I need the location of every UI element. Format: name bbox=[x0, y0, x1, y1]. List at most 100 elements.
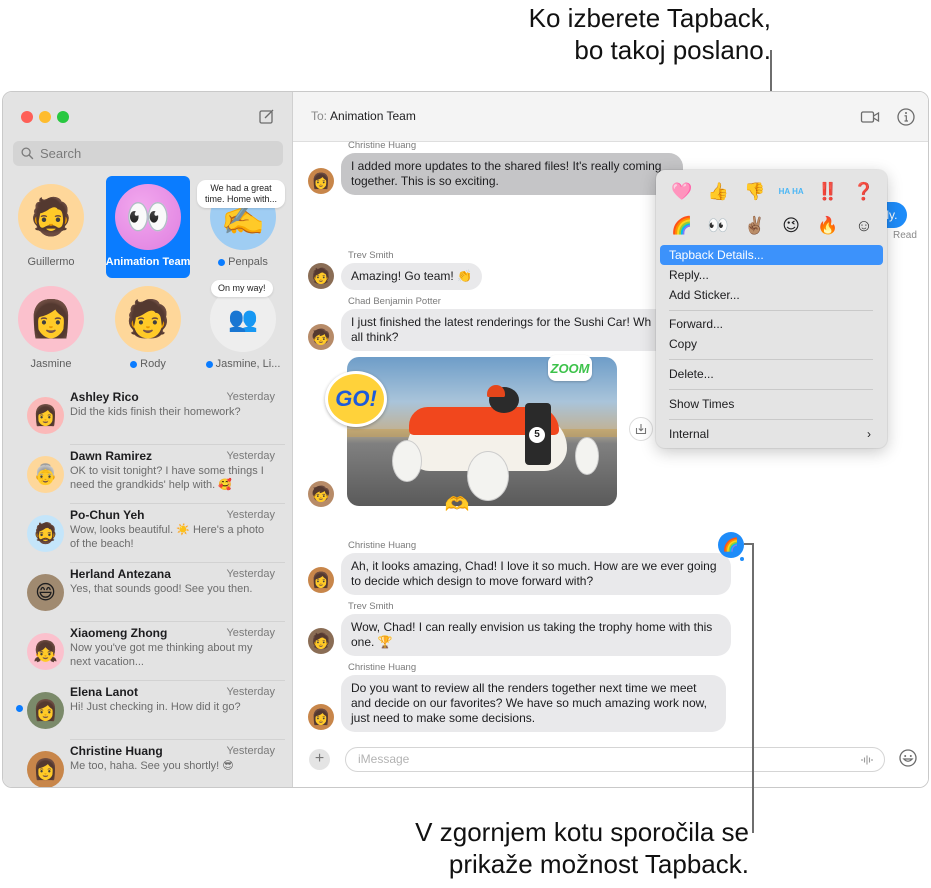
menu-item-tapback-details[interactable]: Tapback Details... bbox=[660, 245, 883, 265]
message-bubble[interactable]: Wow, Chad! I can really envision us taki… bbox=[341, 614, 731, 656]
tapback-thumbs-down-icon[interactable]: 👎 bbox=[741, 180, 769, 204]
avatar-image: 😄 bbox=[35, 582, 56, 604]
compose-icon[interactable] bbox=[258, 107, 276, 125]
menu-item-internal[interactable]: Internal › bbox=[660, 424, 883, 444]
sender-name: Trev Smith bbox=[348, 601, 394, 612]
apps-plus-button[interactable]: + bbox=[309, 749, 330, 770]
tapback-exclamation-icon[interactable]: ‼️ bbox=[814, 180, 842, 204]
sticker-heart-hands[interactable]: 🫶 bbox=[437, 492, 477, 518]
tapback-wink-icon[interactable]: 😉 bbox=[777, 214, 805, 238]
sender-name: Trev Smith bbox=[348, 250, 394, 261]
pinned-name: Rody bbox=[140, 358, 166, 370]
avatar-chad: 🧒 bbox=[308, 481, 334, 507]
sender-name: Christine Huang bbox=[348, 540, 417, 551]
tapback-more-emoji-icon[interactable]: ☺ bbox=[850, 214, 878, 238]
contact-name: Elena Lanot bbox=[70, 685, 139, 699]
menu-item-copy[interactable]: Copy bbox=[660, 334, 883, 354]
avatar-christine: 👩 bbox=[308, 168, 334, 194]
contact-name: Ashley Rico bbox=[70, 390, 139, 404]
tapback-haha-icon[interactable]: HA HA bbox=[777, 180, 805, 204]
message-bubble[interactable]: Amazing! Go team! 👏 bbox=[341, 263, 482, 290]
conversation-row[interactable]: 👵 Dawn Ramirez Yesterday OK to visit tonigh… bbox=[3, 445, 293, 504]
tapback-thumbs-up-icon[interactable]: 👍 bbox=[704, 180, 732, 204]
menu-separator bbox=[669, 419, 873, 420]
message-preview: Did the kids finish their homework? bbox=[70, 406, 241, 418]
search-icon bbox=[21, 147, 34, 160]
close-button[interactable] bbox=[21, 111, 33, 123]
search-field[interactable]: Search bbox=[13, 141, 283, 166]
menu-item-show-times[interactable]: Show Times bbox=[660, 394, 883, 414]
tapback-rainbow-icon[interactable]: 🌈 bbox=[668, 214, 696, 238]
avatar: 😄 bbox=[27, 574, 64, 611]
conversation-row[interactable]: 👧 Xiaomeng Zhong Yesterday Now you've got m… bbox=[3, 622, 293, 681]
message-preview: Me too, haha. See you shortly! 😎 bbox=[70, 760, 234, 772]
avatar-image: 👵 bbox=[33, 464, 58, 486]
callout-bottom-line2: prikaže možnost Tapback. bbox=[448, 849, 749, 879]
save-photo-button[interactable] bbox=[629, 417, 653, 441]
timestamp: Yesterday bbox=[226, 568, 275, 580]
tapback-fire-icon[interactable]: 🔥 bbox=[814, 214, 842, 238]
tapback-eyes-icon[interactable]: 👀 bbox=[704, 214, 732, 238]
to-field[interactable]: To: Animation Team bbox=[311, 109, 416, 123]
conversation-row[interactable]: 👩 Christine Huang Yesterday Me too, haha. S… bbox=[3, 740, 293, 787]
pinned-name: Jasmine, Li... bbox=[215, 358, 281, 370]
avatar-image: 👧 bbox=[33, 641, 58, 663]
timestamp: Yesterday bbox=[226, 391, 275, 403]
sticker-go[interactable]: GO! bbox=[325, 371, 387, 427]
pinned-jasmine[interactable]: 👩 Jasmine bbox=[9, 278, 93, 370]
avatar: 👩 bbox=[27, 692, 64, 729]
callout-bottom-line1: V zgornjem kotu sporočila se bbox=[415, 817, 749, 847]
message-bubble[interactable]: I added more updates to the shared files… bbox=[341, 153, 683, 195]
pinned-guillermo[interactable]: 🧔 Guillermo bbox=[9, 176, 93, 268]
pinned-penpals[interactable]: We had a great time. Home with... ✍️ Pen… bbox=[197, 176, 285, 268]
zoom-button[interactable] bbox=[57, 111, 69, 123]
unread-dot bbox=[16, 705, 23, 712]
message-bubble[interactable]: Do you want to review all the renders to… bbox=[341, 675, 726, 732]
to-label: To: bbox=[311, 109, 328, 123]
pinned-rody[interactable]: 🧑 Rody bbox=[106, 278, 190, 370]
tapback-question-icon[interactable]: ❓ bbox=[850, 180, 878, 204]
timestamp: Yesterday bbox=[226, 686, 275, 698]
pinned-name: Penpals bbox=[228, 256, 268, 268]
message-bubble[interactable]: I just finished the latest renderings fo… bbox=[341, 309, 671, 351]
pinned-jasmine-group[interactable]: On my way! 👥 Jasmine, Li... bbox=[201, 278, 285, 370]
avatar: 👩 bbox=[27, 751, 64, 787]
tapback-heart-icon[interactable]: 🩷 bbox=[668, 180, 696, 204]
info-icon[interactable] bbox=[896, 107, 916, 127]
callout-top: Ko izberete Tapback, bo takoj poslano. bbox=[351, 2, 771, 66]
sticker-zoom[interactable]: ZOOM bbox=[548, 355, 592, 381]
conversation-row[interactable]: 🧔 Po-Chun Yeh Yesterday Wow, looks beautifu… bbox=[3, 504, 293, 563]
callout-bottom-leader-v bbox=[752, 543, 754, 833]
menu-item-forward[interactable]: Forward... bbox=[660, 314, 883, 334]
memoji: 🧑 bbox=[125, 298, 171, 339]
sidebar: Search 🧔 Guillermo 👀 Animation Team We h… bbox=[3, 92, 293, 787]
conversation-row[interactable]: 😄 Herland Antezana Yesterday Yes, that soun… bbox=[3, 563, 293, 622]
contact-name: Dawn Ramirez bbox=[70, 449, 153, 463]
input-placeholder: iMessage bbox=[358, 752, 410, 766]
tapback-row-1: 🩷 👍 👎 HA HA ‼️ ❓ bbox=[668, 180, 878, 204]
message-bubble[interactable]: Ah, it looks amazing, Chad! I love it so… bbox=[341, 553, 731, 595]
chevron-right-icon: › bbox=[867, 427, 871, 441]
emoji-picker-icon[interactable] bbox=[898, 748, 918, 768]
window-controls bbox=[21, 111, 69, 123]
video-call-icon[interactable] bbox=[860, 107, 880, 127]
tapback-victory-hand-icon[interactable]: ✌🏽 bbox=[741, 214, 769, 238]
avatar-image: 👩 bbox=[33, 700, 58, 722]
conversation-row[interactable]: 👩 Ashley Rico Yesterday Did the kids finish… bbox=[3, 386, 293, 445]
avatar: 👩 bbox=[27, 397, 64, 434]
audio-waveform-icon[interactable] bbox=[860, 753, 874, 767]
menu-item-add-sticker[interactable]: Add Sticker... bbox=[660, 285, 883, 305]
rainbow-icon: 🌈 bbox=[722, 537, 740, 552]
imessage-input[interactable]: iMessage bbox=[345, 747, 885, 772]
download-icon bbox=[635, 424, 647, 435]
pinned-animation-team[interactable]: 👀 Animation Team bbox=[106, 176, 190, 278]
avatar: 👵 bbox=[27, 456, 64, 493]
tapback-badge[interactable]: 🌈 bbox=[718, 532, 744, 558]
menu-item-delete[interactable]: Delete... bbox=[660, 364, 883, 384]
minimize-button[interactable] bbox=[39, 111, 51, 123]
conversation-row[interactable]: 👩 Elena Lanot Yesterday Hi! Just checking i… bbox=[3, 681, 293, 740]
avatar: 👀 bbox=[115, 184, 181, 250]
pinned-name: Jasmine bbox=[30, 358, 72, 370]
menu-item-reply[interactable]: Reply... bbox=[660, 265, 883, 285]
message-preview: Yes, that sounds good! See you then. bbox=[70, 583, 253, 595]
